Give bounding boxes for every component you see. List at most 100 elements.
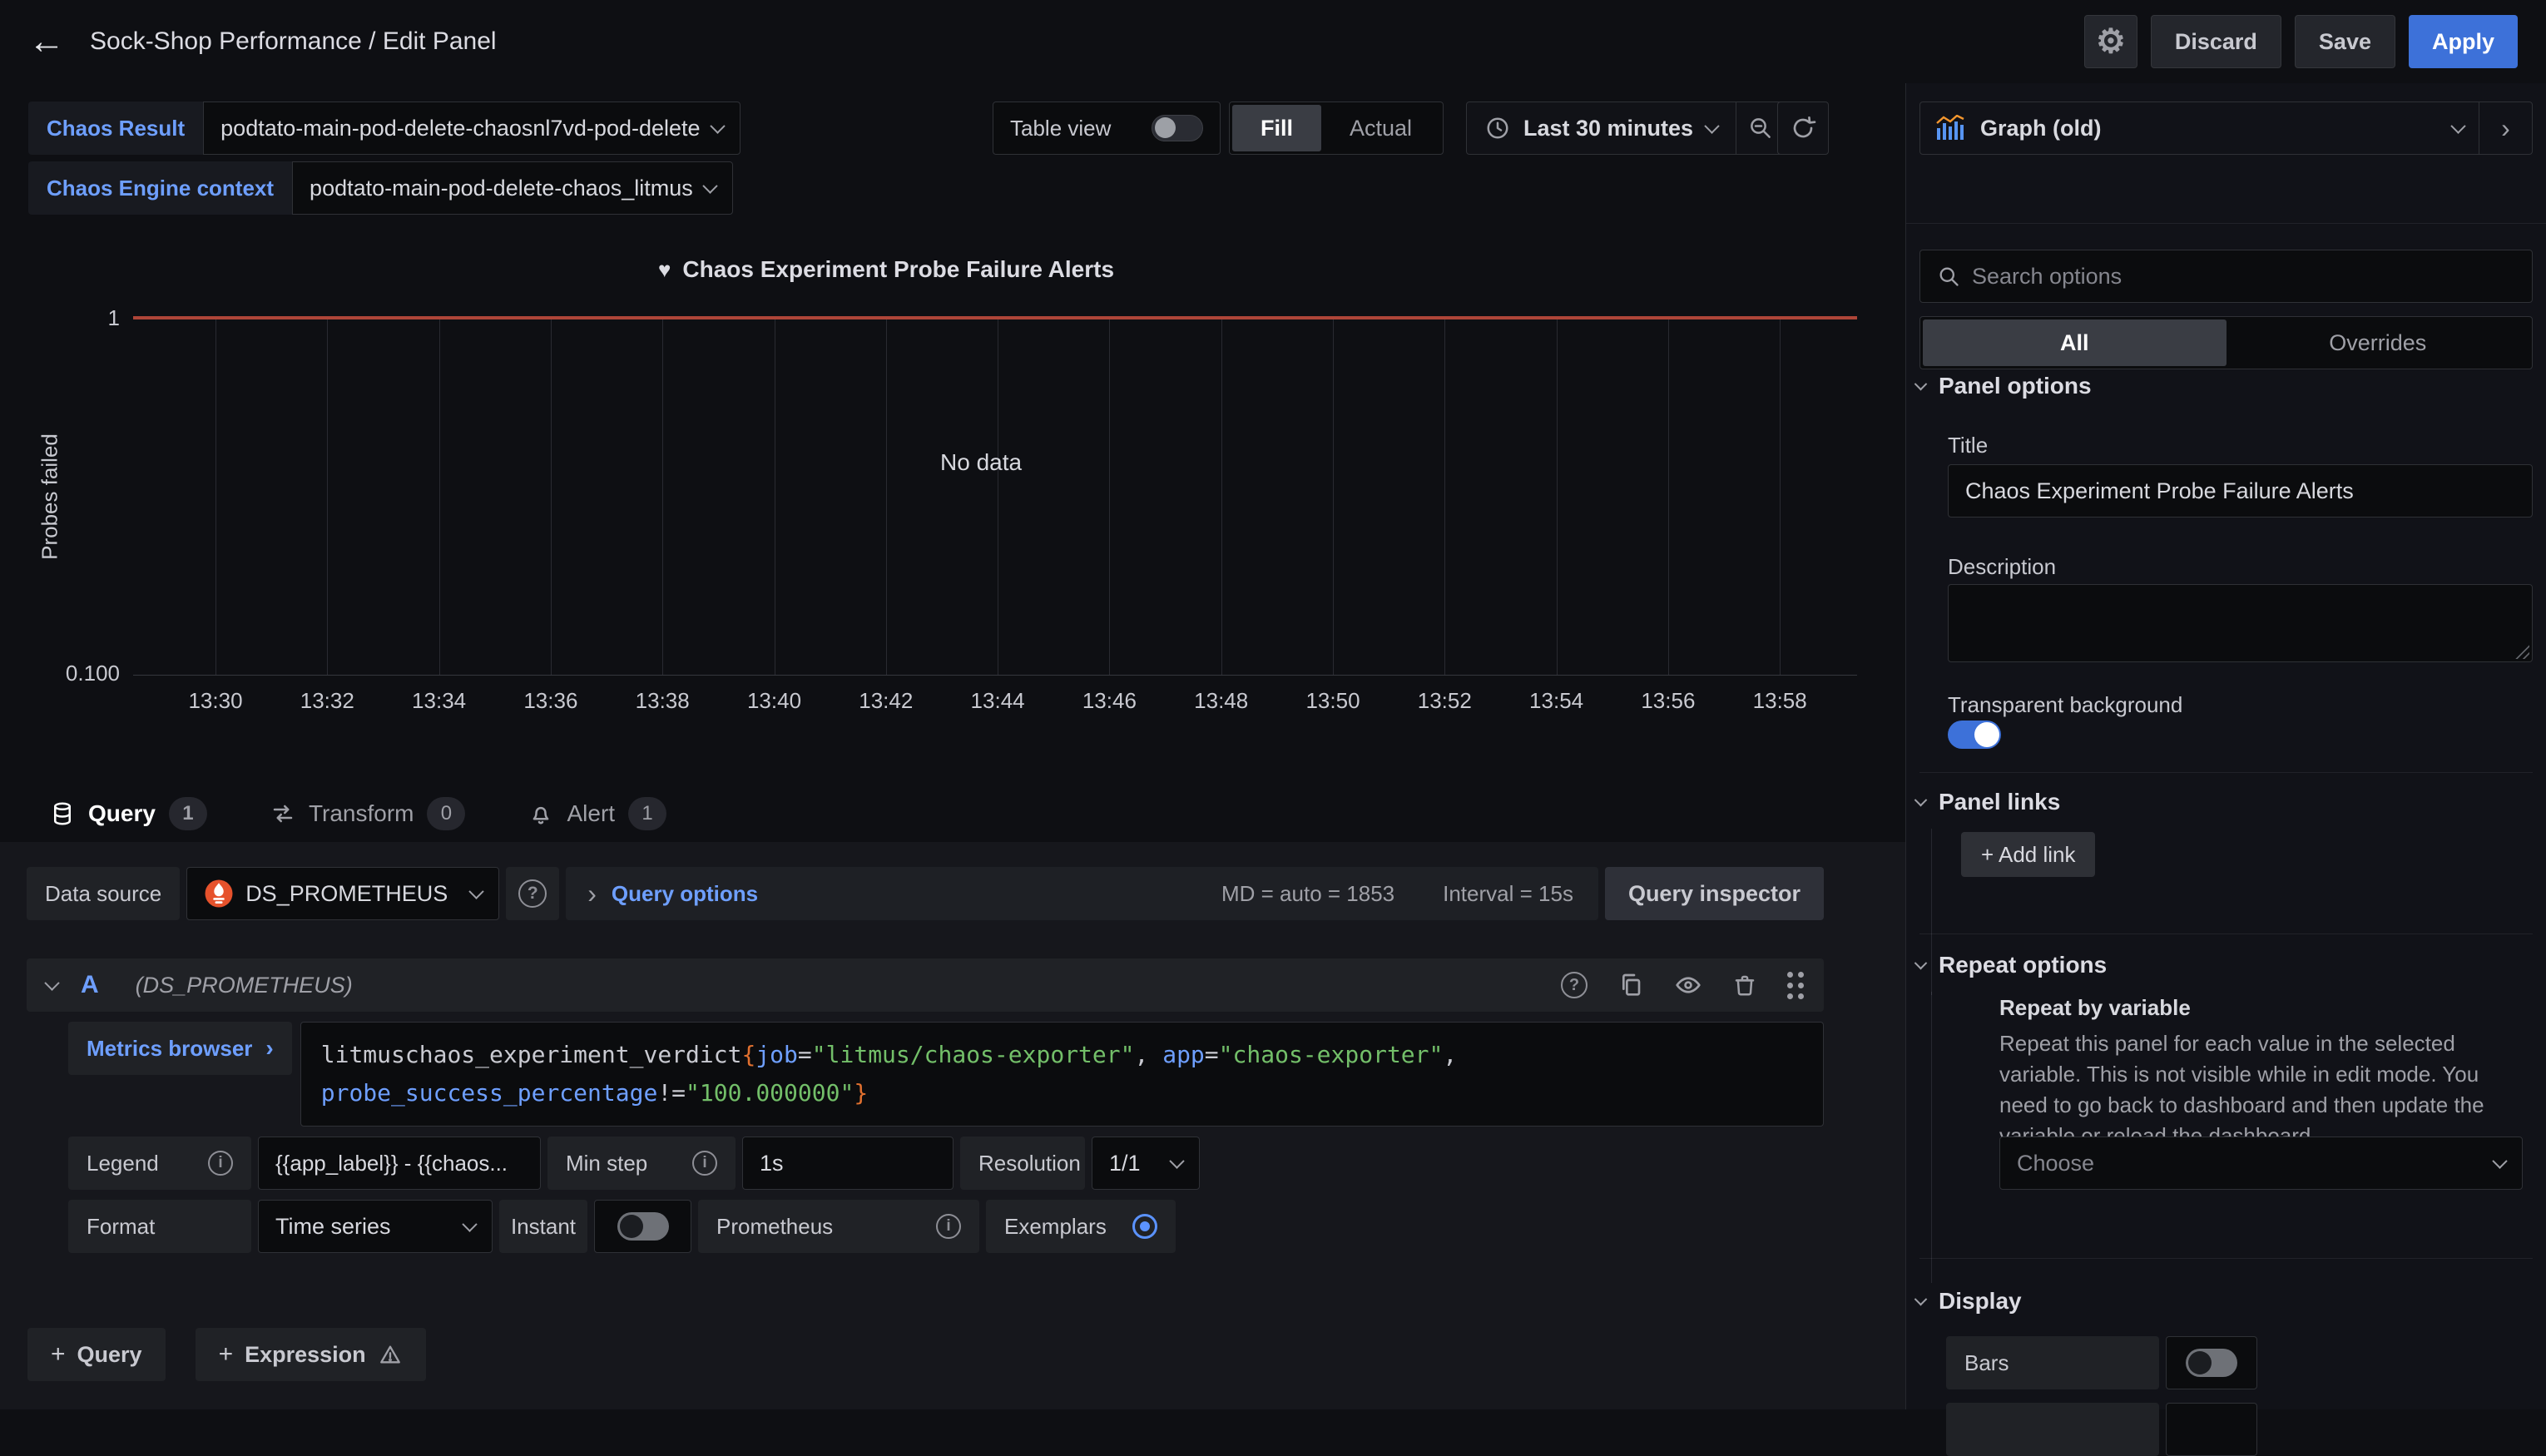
y-axis-label: Probes failed (37, 433, 63, 560)
add-query-button[interactable]: + Query (27, 1328, 166, 1381)
panel-options-header[interactable]: Panel options (1916, 373, 2092, 399)
exemplars-toggle-icon[interactable] (1132, 1214, 1157, 1239)
x-axis-tick-label: 13:38 (636, 688, 690, 714)
instant-toggle[interactable] (617, 1212, 669, 1241)
page-title: Sock-Shop Performance / Edit Panel (90, 27, 497, 56)
datasource-help-button[interactable]: ? (506, 867, 559, 920)
actual-option[interactable]: Actual (1321, 105, 1440, 151)
refresh-icon (1790, 115, 1816, 141)
legend-format-value[interactable] (275, 1151, 523, 1176)
search-options-input[interactable] (1972, 264, 2515, 290)
tab-count-badge: 0 (427, 797, 465, 830)
search-options-field[interactable] (1919, 250, 2533, 303)
resolution-label-chip: Resolution (960, 1137, 1085, 1190)
tab-count-badge: 1 (169, 797, 207, 830)
query-row-header[interactable]: A (DS_PROMETHEUS) ? (27, 958, 1824, 1012)
drag-handle[interactable] (1787, 972, 1804, 999)
chevron-right-icon: › (587, 880, 597, 907)
max-datapoints-info: MD = auto = 1853 (1221, 881, 1394, 907)
discard-button[interactable]: Discard (2151, 15, 2281, 68)
gear-icon: ⚙ (2096, 25, 2126, 58)
bars-toggle[interactable] (2186, 1349, 2237, 1377)
refresh-button[interactable] (1777, 102, 1829, 155)
visualization-select[interactable]: Graph (old) (1920, 102, 2479, 154)
time-range-group: Last 30 minutes (1466, 102, 1785, 155)
query-body: Metrics browser › litmuschaos_experiment… (68, 1022, 1824, 1253)
repeat-variable-select[interactable]: Choose (1999, 1137, 2523, 1190)
format-select[interactable]: Time series (258, 1200, 493, 1253)
warning-triangle-icon (378, 1343, 403, 1366)
indent-guide (1931, 992, 1932, 1283)
add-expression-button[interactable]: + Expression (196, 1328, 426, 1381)
table-view-control: Table view (993, 102, 1221, 155)
copy-icon (1617, 972, 1644, 998)
fill-option[interactable]: Fill (1232, 105, 1321, 151)
variable-value-dropdown[interactable]: podtato-main-pod-delete-chaosnl7vd-pod-d… (203, 102, 740, 155)
prometheus-type-chip: Prometheus i (698, 1200, 979, 1253)
x-axis-tick-label: 13:56 (1641, 688, 1695, 714)
fill-actual-segmented: Fill Actual (1229, 102, 1444, 155)
apply-button[interactable]: Apply (2409, 15, 2518, 68)
heart-icon: ♥ (658, 257, 671, 282)
variable-label: Chaos Result (28, 102, 203, 155)
x-axis-tick-label: 13:50 (1305, 688, 1360, 714)
repeat-by-variable-label: Repeat by variable (1999, 995, 2191, 1021)
x-axis-tick-label: 13:30 (188, 688, 242, 714)
metrics-browser-button[interactable]: Metrics browser › (68, 1022, 292, 1075)
legend-format-input[interactable] (258, 1137, 541, 1190)
chevron-down-icon (2492, 1153, 2507, 1168)
tab-query[interactable]: Query 1 (27, 789, 230, 839)
back-arrow-icon[interactable]: ← (28, 23, 65, 60)
tab-transform[interactable]: Transform 0 (247, 789, 489, 839)
format-row: Format Time series Instant Prometheus i … (68, 1200, 1824, 1253)
tab-count-badge: 1 (628, 797, 666, 830)
table-view-toggle[interactable] (1152, 115, 1203, 141)
gridline (551, 319, 552, 675)
database-icon (50, 801, 75, 826)
time-range-picker[interactable]: Last 30 minutes (1467, 102, 1736, 154)
panel-title-field[interactable] (1948, 464, 2533, 518)
panel-description-textarea[interactable] (1948, 584, 2533, 662)
resize-grip[interactable] (2514, 644, 2529, 659)
duplicate-query-button[interactable] (1617, 972, 1644, 998)
edit-panel-tabs: Query 1 Transform 0 Alert 1 (27, 789, 690, 839)
tab-all[interactable]: All (1923, 319, 2227, 366)
variable-value-dropdown[interactable]: podtato-main-pod-delete-chaos_litmus (292, 161, 733, 215)
gridline (662, 319, 663, 675)
header-actions: ⚙ Discard Save Apply (2084, 15, 2518, 68)
query-help-button[interactable]: ? (1561, 972, 1588, 998)
zoom-out-icon (1748, 116, 1773, 141)
datasource-select[interactable]: DS_PROMETHEUS (186, 867, 499, 920)
instant-label-chip: Instant (499, 1200, 587, 1253)
datasource-label: Data source (27, 867, 180, 920)
delete-query-button[interactable] (1732, 972, 1757, 998)
threshold-line (133, 316, 1857, 319)
save-button[interactable]: Save (2295, 15, 2395, 68)
panel-settings-button[interactable]: ⚙ (2084, 15, 2137, 68)
query-ref-id: A (81, 971, 99, 999)
collapse-options-button[interactable]: › (2479, 102, 2532, 154)
panel-links-header[interactable]: Panel links (1916, 789, 2060, 815)
repeat-options-header[interactable]: Repeat options (1916, 952, 2107, 978)
promql-expression-input[interactable]: litmuschaos_experiment_verdict{job="litm… (300, 1022, 1824, 1127)
resolution-select[interactable]: 1/1 (1092, 1137, 1200, 1190)
gridline (1221, 319, 1222, 675)
panel-title: ♥Chaos Experiment Probe Failure Alerts (0, 256, 1772, 283)
x-axis-tick-label: 13:46 (1082, 688, 1137, 714)
select-placeholder: Choose (2017, 1151, 2094, 1176)
query-inspector-button[interactable]: Query inspector (1605, 867, 1824, 920)
min-step-input[interactable] (742, 1137, 954, 1190)
display-header[interactable]: Display (1916, 1288, 2022, 1315)
tab-alert[interactable]: Alert 1 (505, 789, 690, 839)
min-step-value[interactable] (760, 1151, 936, 1176)
tab-overrides[interactable]: Overrides (2227, 319, 2530, 366)
toggle-visibility-button[interactable] (1674, 972, 1702, 998)
transparent-background-toggle[interactable] (1948, 721, 2001, 749)
add-link-button[interactable]: + Add link (1961, 832, 2095, 877)
min-step-label-chip: Min step i (547, 1137, 736, 1190)
panel-title-input[interactable] (1965, 478, 2515, 504)
gridline (1780, 319, 1781, 675)
query-options-link[interactable]: Query options (612, 881, 758, 907)
gridline (1444, 319, 1445, 675)
no-data-message: No data (940, 449, 1022, 476)
